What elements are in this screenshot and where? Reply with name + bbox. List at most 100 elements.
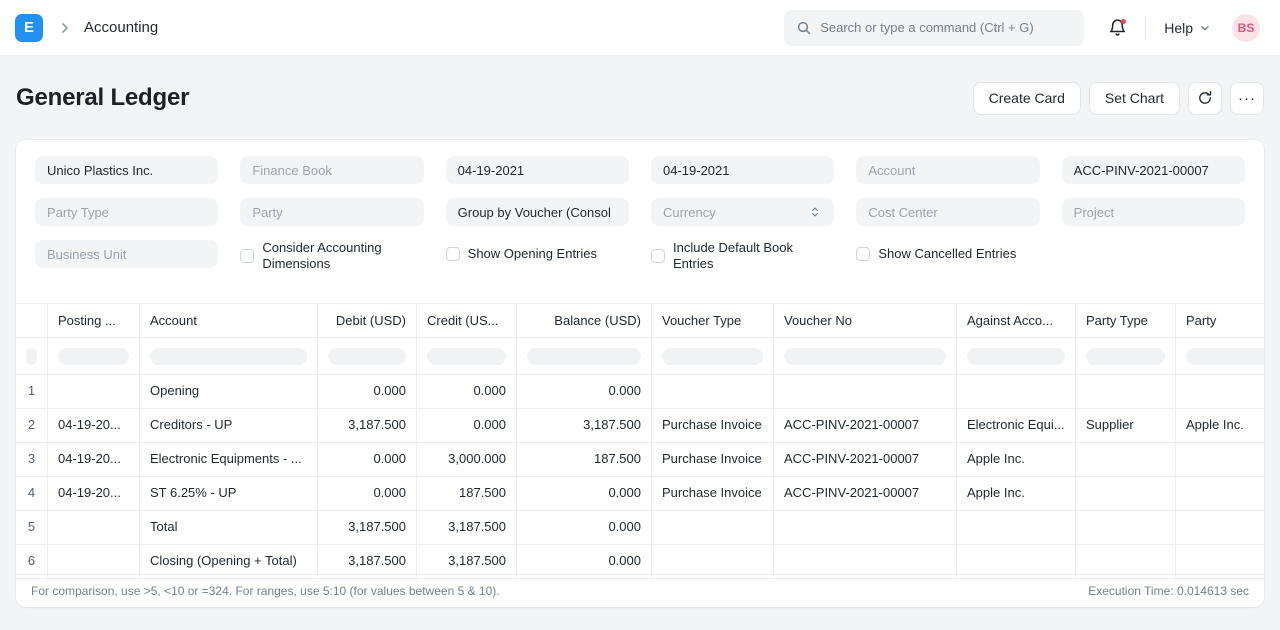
checkbox-label: Include Default Book Entries (673, 240, 834, 272)
column-header-balance-usd[interactable]: Balance (USD) (517, 304, 652, 337)
filter-project[interactable]: Project (1062, 198, 1245, 226)
checkbox-show-cancelled-entries[interactable]: Show Cancelled Entries (856, 240, 1039, 268)
checkbox-consider-accounting-dimensions[interactable]: Consider Accounting Dimensions (240, 240, 423, 272)
checkbox-show-opening-entries[interactable]: Show Opening Entries (446, 240, 629, 268)
column-header-voucher-type[interactable]: Voucher Type (652, 304, 774, 337)
cell-account: Electronic Equipments - ... (140, 443, 318, 476)
filter-cell-party-type (1076, 338, 1176, 374)
filter-cost-center-value: Cost Center (868, 205, 1027, 220)
help-menu[interactable]: Help (1164, 20, 1212, 36)
page-actions: Create Card Set Chart ··· (973, 82, 1264, 115)
filter-company-value: Unico Plastics Inc. (47, 163, 206, 178)
page-title: General Ledger (16, 84, 189, 112)
checkbox-include-default-book-entries[interactable]: Include Default Book Entries (651, 240, 834, 272)
cell-party-type (1076, 511, 1176, 544)
create-card-button[interactable]: Create Card (973, 82, 1081, 115)
column-header-posting[interactable]: Posting ... (48, 304, 140, 337)
cell-voucher-type (652, 375, 774, 408)
checkbox-box[interactable] (856, 247, 870, 261)
notifications-bell-icon[interactable] (1108, 18, 1127, 37)
column-filter-input[interactable] (662, 348, 763, 365)
column-filter-input[interactable] (967, 348, 1065, 365)
column-header-debit-usd[interactable]: Debit (USD) (318, 304, 417, 337)
cell-party-type (1076, 375, 1176, 408)
filter-cell-party (1176, 338, 1264, 374)
checkbox-box[interactable] (240, 249, 254, 263)
column-filter-input[interactable] (527, 348, 641, 365)
table-row[interactable]: 204-19-20...Creditors - UP3,187.5000.000… (16, 409, 1264, 443)
cell-party (1176, 511, 1264, 544)
row-index: 5 (16, 511, 48, 544)
filter-party-type-value: Party Type (47, 205, 206, 220)
global-search[interactable] (784, 10, 1084, 46)
filter-voucher-no-value: ACC-PINV-2021-00007 (1074, 163, 1233, 178)
checkbox-box[interactable] (651, 249, 665, 263)
filter-company[interactable]: Unico Plastics Inc. (35, 156, 218, 184)
refresh-button[interactable] (1188, 82, 1222, 115)
cell-against-acco (957, 511, 1076, 544)
table-row[interactable]: 404-19-20...ST 6.25% - UP0.000187.5000.0… (16, 477, 1264, 511)
column-header-party[interactable]: Party (1176, 304, 1264, 337)
search-input[interactable] (820, 20, 1072, 35)
cell-against-acco: Apple Inc. (957, 443, 1076, 476)
cell-debit-usd: 3,187.500 (318, 409, 417, 442)
table-row[interactable]: 1Opening0.0000.0000.000 (16, 375, 1264, 409)
app-logo-letter: E (24, 19, 34, 36)
cell-account: Creditors - UP (140, 409, 318, 442)
cell-posting (48, 375, 140, 408)
filter-grid: Unico Plastics Inc. Finance Book 04-19-202… (16, 140, 1264, 272)
cell-credit-us: 187.500 (417, 477, 517, 510)
filter-currency[interactable]: Currency (651, 198, 834, 226)
checkbox-box[interactable] (446, 247, 460, 261)
filter-from-date-value: 04-19-2021 (458, 163, 617, 178)
column-header-voucher-no[interactable]: Voucher No (774, 304, 957, 337)
filter-to-date[interactable]: 04-19-2021 (651, 156, 834, 184)
cell-against-acco: Apple Inc. (957, 477, 1076, 510)
filter-party-type[interactable]: Party Type (35, 198, 218, 226)
row-index: 1 (16, 375, 48, 408)
filter-finance-book[interactable]: Finance Book (240, 156, 423, 184)
cell-credit-us: 3,000.000 (417, 443, 517, 476)
app-logo-icon[interactable]: E (15, 14, 43, 42)
cell-credit-us: 0.000 (417, 409, 517, 442)
more-menu-button[interactable]: ··· (1230, 82, 1264, 115)
breadcrumb[interactable]: Accounting (84, 19, 158, 36)
column-header-party-type[interactable]: Party Type (1076, 304, 1176, 337)
cell-balance-usd: 0.000 (517, 511, 652, 544)
filter-cell-credit-us (417, 338, 517, 374)
table-row[interactable]: 5Total3,187.5003,187.5000.000 (16, 511, 1264, 545)
column-filter-input[interactable] (1086, 348, 1165, 365)
avatar-initials: BS (1238, 21, 1255, 35)
filter-from-date[interactable]: 04-19-2021 (446, 156, 629, 184)
filter-cell-index (16, 338, 48, 374)
column-filter-input[interactable] (150, 348, 307, 365)
chevron-down-icon (1198, 21, 1212, 35)
user-avatar[interactable]: BS (1232, 14, 1260, 42)
cell-voucher-type: Purchase Invoice (652, 409, 774, 442)
column-header-against-acco[interactable]: Against Acco... (957, 304, 1076, 337)
filter-group-by[interactable]: Group by Voucher (Consol (446, 198, 629, 226)
filter-voucher-no[interactable]: ACC-PINV-2021-00007 (1062, 156, 1245, 184)
column-header-index[interactable] (16, 304, 48, 337)
cell-party-type (1076, 477, 1176, 510)
column-filter-input[interactable] (427, 348, 506, 365)
cell-voucher-no (774, 511, 957, 544)
filter-cost-center[interactable]: Cost Center (856, 198, 1039, 226)
filter-business-unit[interactable]: Business Unit (35, 240, 218, 268)
filter-account[interactable]: Account (856, 156, 1039, 184)
column-header-account[interactable]: Account (140, 304, 318, 337)
filter-cell-voucher-no (774, 338, 957, 374)
column-header-credit-us[interactable]: Credit (US... (417, 304, 517, 337)
navbar: E Accounting Help BS (0, 0, 1280, 56)
column-filter-input[interactable] (26, 348, 37, 365)
set-chart-button[interactable]: Set Chart (1089, 82, 1180, 115)
filter-cell-posting (48, 338, 140, 374)
filter-party[interactable]: Party (240, 198, 423, 226)
column-filter-input[interactable] (1186, 348, 1264, 365)
filter-cell-account (140, 338, 318, 374)
column-filter-input[interactable] (328, 348, 406, 365)
search-icon (796, 20, 812, 36)
table-row[interactable]: 304-19-20...Electronic Equipments - ...0… (16, 443, 1264, 477)
column-filter-input[interactable] (784, 348, 946, 365)
column-filter-input[interactable] (58, 348, 129, 365)
